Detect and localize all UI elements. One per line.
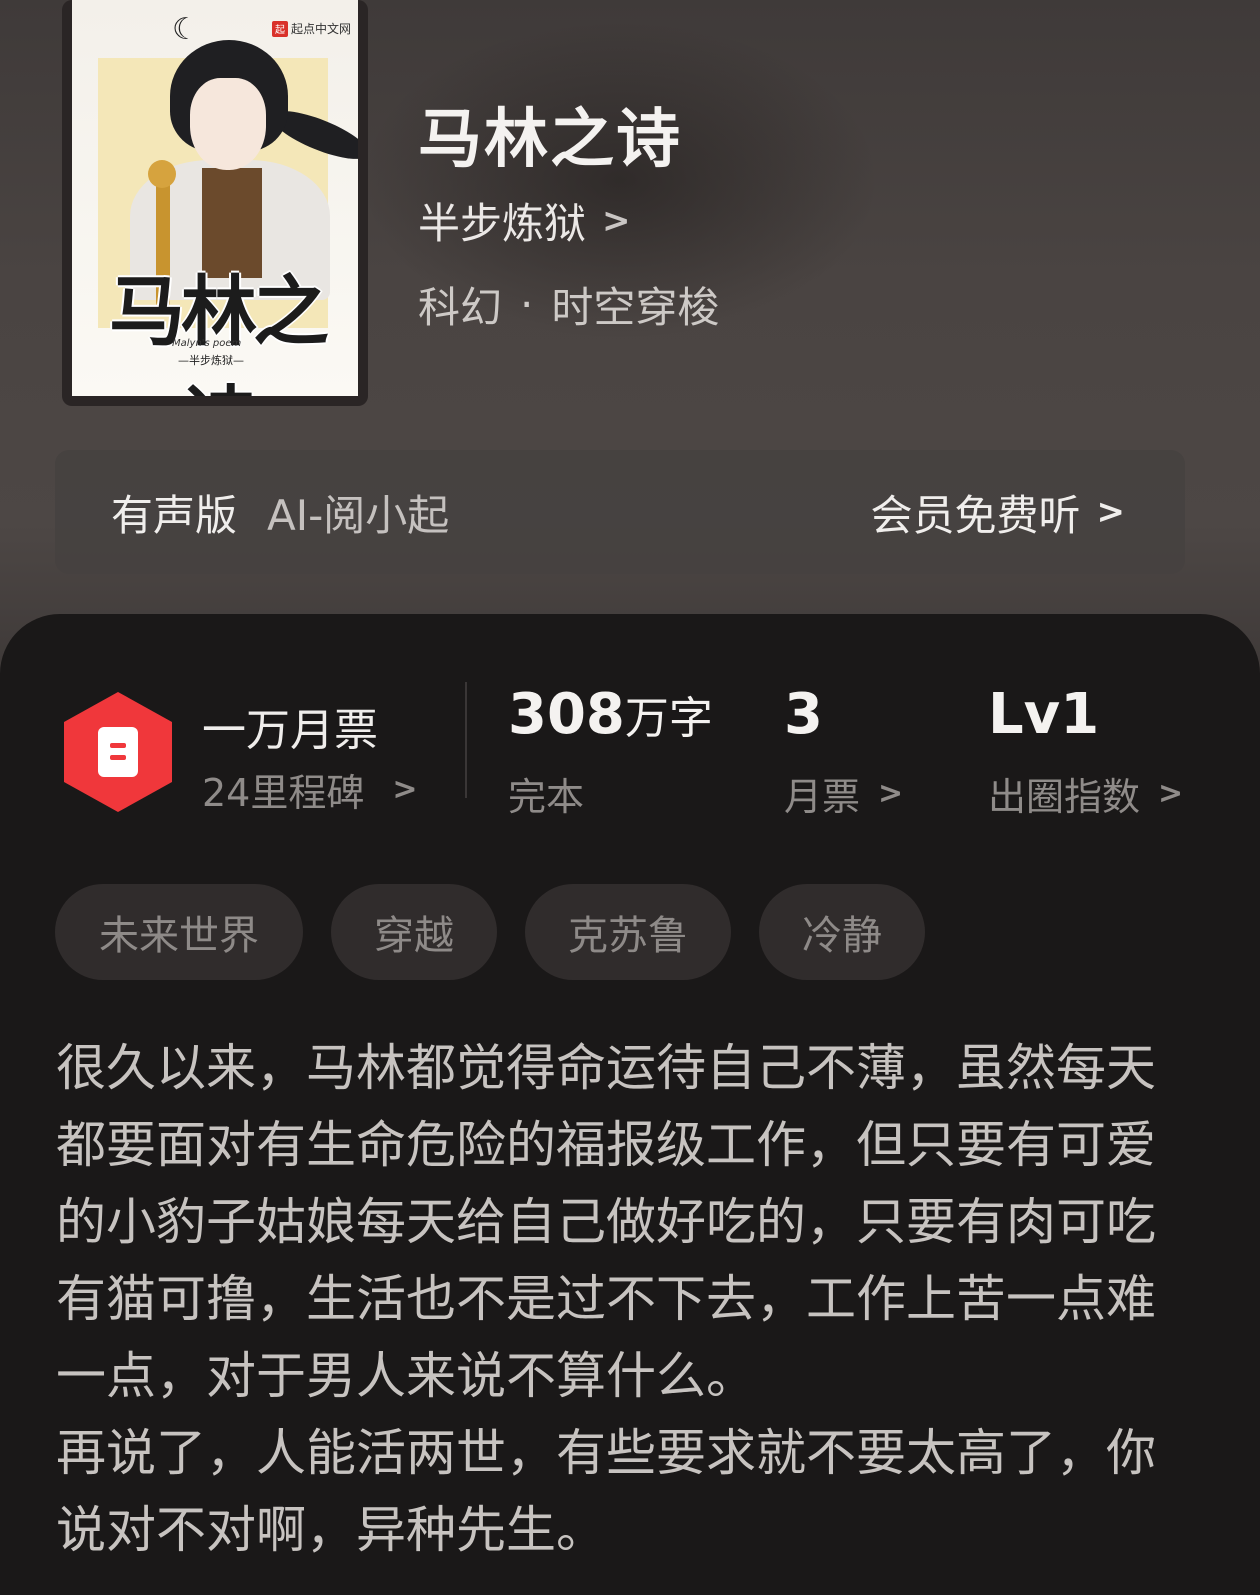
monthly-votes-count: 3 bbox=[784, 682, 823, 747]
audiobook-voice: AI-阅小起 bbox=[267, 490, 450, 540]
monthly-votes-label: 月票 bbox=[784, 775, 861, 819]
tag-chip[interactable]: 未来世界 bbox=[55, 884, 303, 980]
chevron-right-icon: > bbox=[392, 772, 418, 807]
description-paragraph: 很久以来，马林都觉得命运待自己不薄，虽然每天都要面对有生命危险的福报级工作，但只… bbox=[56, 1039, 1156, 1405]
publisher-name: 起点中文网 bbox=[291, 22, 352, 36]
word-count-number: 308 bbox=[508, 682, 625, 747]
member-free-listen-button[interactable]: 会员免费听 > bbox=[870, 482, 1125, 543]
subgenre-label[interactable]: 时空穿梭 bbox=[551, 274, 719, 335]
tag-chip[interactable]: 穿越 bbox=[331, 884, 497, 980]
crescent-moon-icon: ☾ bbox=[172, 12, 199, 47]
stats-divider bbox=[465, 682, 467, 798]
cover-subtitle-art: Malyn's poem bbox=[172, 338, 242, 349]
completion-status-label: 完本 bbox=[508, 775, 585, 819]
description-paragraph: 再说了，人能活两世，有些要求就不要太高了，你说对不对啊，异种先生。 bbox=[56, 1424, 1156, 1559]
popularity-index-label: 出圈指数 bbox=[988, 775, 1141, 819]
author-name: 半步炼狱 bbox=[418, 199, 587, 248]
book-title: 马林之诗 bbox=[418, 103, 682, 177]
author-link[interactable]: 半步炼狱 > bbox=[418, 190, 631, 251]
chevron-right-icon: > bbox=[602, 200, 631, 241]
cover-title-art: 马林之诗 bbox=[109, 267, 329, 396]
character-face bbox=[190, 78, 266, 170]
genre-separator: · bbox=[520, 280, 534, 329]
audiobook-bar[interactable]: 有声版 AI-阅小起 会员免费听 > bbox=[55, 450, 1185, 574]
tag-chip[interactable]: 冷静 bbox=[759, 884, 925, 980]
milestone-label: 24里程碑 bbox=[202, 771, 365, 815]
chevron-right-icon: > bbox=[878, 776, 904, 811]
cover-author-art: —半步炼狱— bbox=[178, 354, 244, 367]
cover-artwork: ☾ 起 起点中文网 马林之诗 Malyn's poem —半步炼狱— bbox=[72, 0, 358, 396]
genre-info: 科幻 · 时空穿梭 bbox=[418, 274, 719, 335]
chevron-right-icon: > bbox=[1096, 492, 1126, 532]
popularity-level: Lv1 bbox=[988, 682, 1100, 747]
word-count-unit: 万字 bbox=[624, 693, 713, 744]
milestone-link[interactable]: 24里程碑 > bbox=[202, 762, 418, 817]
tag-list: 未来世界 穿越 克苏鲁 冷静 bbox=[55, 884, 953, 980]
audiobook-label: 有声版 bbox=[111, 490, 238, 540]
ticket-glyph bbox=[98, 727, 138, 777]
character-staff-head bbox=[148, 160, 176, 188]
genre-label[interactable]: 科幻 bbox=[418, 274, 502, 335]
publisher-logo: 起 起点中文网 bbox=[272, 20, 351, 37]
publisher-mark: 起 bbox=[272, 20, 288, 37]
word-count: 308万字 bbox=[508, 682, 713, 747]
tag-chip[interactable]: 克苏鲁 bbox=[525, 884, 731, 980]
monthly-ticket-title[interactable]: 一万月票 bbox=[202, 694, 378, 758]
completion-status: 完本 bbox=[508, 766, 584, 821]
popularity-index-link[interactable]: 出圈指数 > bbox=[988, 766, 1183, 821]
member-free-listen-label: 会员免费听 bbox=[870, 490, 1081, 540]
monthly-votes-link[interactable]: 月票 > bbox=[784, 766, 903, 821]
book-description[interactable]: 很久以来，马林都觉得命运待自己不薄，虽然每天都要面对有生命危险的福报级工作，但只… bbox=[56, 1030, 1166, 1569]
book-cover[interactable]: ☾ 起 起点中文网 马林之诗 Malyn's poem —半步炼狱— bbox=[62, 0, 368, 406]
chevron-right-icon: > bbox=[1158, 776, 1184, 811]
